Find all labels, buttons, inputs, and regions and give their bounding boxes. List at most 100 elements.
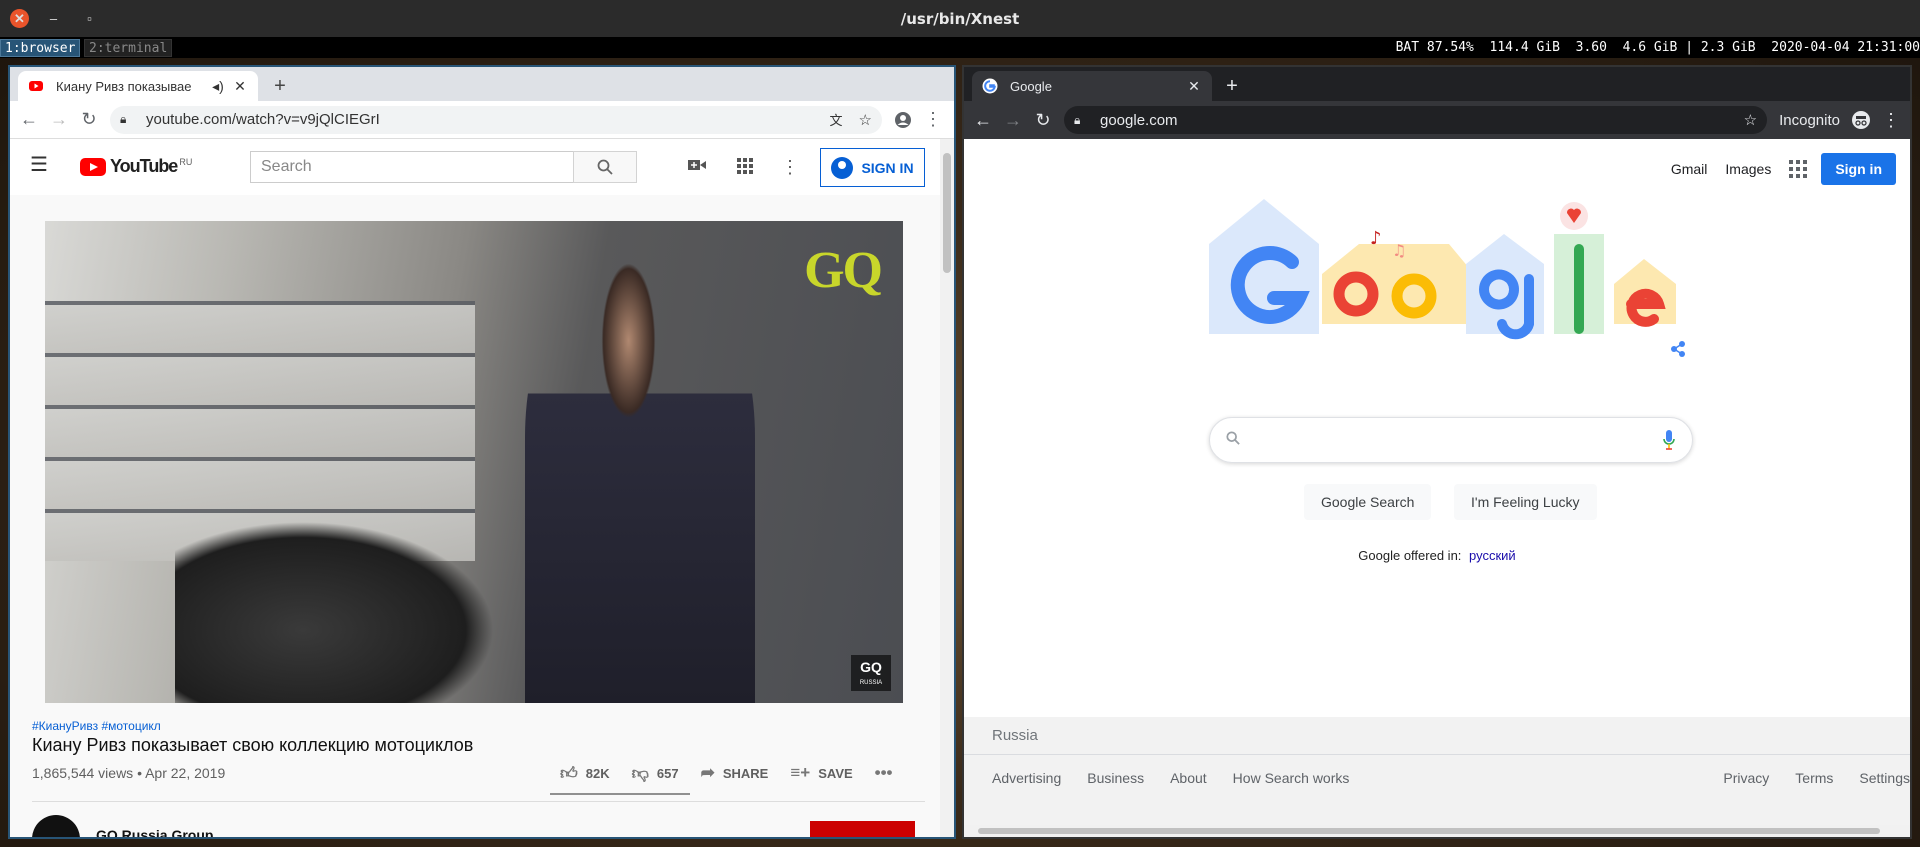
incognito-label[interactable]: Incognito bbox=[1779, 112, 1840, 129]
close-tab-icon[interactable]: ✕ bbox=[1186, 78, 1202, 95]
profile-icon[interactable] bbox=[888, 105, 918, 135]
scrollbar-thumb[interactable] bbox=[943, 153, 951, 273]
browser-toolbar: ← → ↻ 🔒︎ google.com ☆ Incognito ⋮ bbox=[964, 101, 1910, 139]
horizontal-scrollbar[interactable] bbox=[964, 825, 1910, 837]
share-button[interactable]: ➦ SHARE bbox=[701, 763, 769, 783]
workspace-1-button[interactable]: 1:browser bbox=[0, 39, 81, 57]
youtube-page: ☰ YouTube RU Search ⋮ SIGN IN GQ GQ RUSS… bbox=[10, 139, 954, 837]
tab-title: Киану Ривз показывае bbox=[56, 78, 192, 94]
google-search-input[interactable] bbox=[1209, 417, 1693, 463]
forward-button[interactable]: → bbox=[998, 105, 1028, 135]
new-tab-button[interactable]: + bbox=[1220, 75, 1244, 99]
video-hashtags[interactable]: #КиануРивз #мотоцикл bbox=[32, 719, 161, 733]
incognito-icon[interactable] bbox=[1846, 105, 1876, 135]
tab-strip: Google ✕ + bbox=[964, 67, 1910, 101]
translate-icon[interactable]: 文 bbox=[830, 110, 843, 129]
menu-kebab-icon[interactable]: ⋮ bbox=[1876, 105, 1906, 135]
address-bar[interactable]: 🔒︎ youtube.com/watch?v=v9jQlCIEGrI 文 ☆ bbox=[110, 105, 882, 134]
google-page: Gmail Images Sign in ♪ ♫ Google Search I… bbox=[964, 139, 1910, 837]
google-favicon-icon bbox=[982, 78, 998, 94]
channel-name[interactable]: GQ Russia Group bbox=[96, 827, 213, 837]
subscribe-button[interactable] bbox=[810, 821, 915, 837]
share-label: SHARE bbox=[722, 765, 769, 781]
create-video-icon[interactable] bbox=[687, 157, 707, 177]
tab-youtube[interactable]: Киану Ривз показывае ◂) ✕ bbox=[18, 71, 258, 101]
tab-title: Google bbox=[1010, 78, 1052, 94]
language-link[interactable]: русский bbox=[1469, 548, 1516, 563]
gq-watermark[interactable]: GQ RUSSIA bbox=[851, 655, 891, 691]
settings-kebab-icon[interactable]: ⋮ bbox=[780, 157, 800, 177]
youtube-sign-in-button[interactable]: SIGN IN bbox=[820, 148, 925, 187]
footer-link-business[interactable]: Business bbox=[1087, 770, 1144, 786]
browser-toolbar: ← → ↻ 🔒︎ youtube.com/watch?v=v9jQlCIEGrI… bbox=[10, 101, 954, 139]
footer-link-terms[interactable]: Terms bbox=[1795, 770, 1833, 786]
google-top-nav: Gmail Images Sign in bbox=[1671, 153, 1896, 185]
doodle-share-icon[interactable] bbox=[1671, 341, 1685, 357]
status-line: BAT 87.54% 114.4 GiB 3.60 4.6 GiB | 2.3 … bbox=[1395, 40, 1920, 55]
youtube-logo[interactable]: YouTube RU bbox=[80, 156, 192, 177]
youtube-favicon-icon bbox=[29, 81, 43, 91]
footer-links: Advertising Business About How Search wo… bbox=[992, 755, 1910, 801]
youtube-search-button[interactable] bbox=[573, 151, 637, 183]
menu-kebab-icon[interactable]: ⋮ bbox=[918, 105, 948, 135]
address-bar[interactable]: 🔒︎ google.com ☆ bbox=[1064, 106, 1768, 134]
google-apps-icon[interactable] bbox=[1789, 160, 1808, 178]
reload-button[interactable]: ↻ bbox=[1028, 105, 1058, 135]
google-search-button[interactable]: Google Search bbox=[1304, 484, 1432, 520]
new-tab-button[interactable]: + bbox=[268, 75, 292, 99]
lock-icon: 🔒︎ bbox=[1074, 112, 1081, 127]
dislike-button[interactable]: 👎︎ 657 bbox=[632, 763, 679, 784]
footer-link-about[interactable]: About bbox=[1170, 770, 1207, 786]
speaker-icon[interactable]: ◂) bbox=[210, 78, 226, 95]
music-note-icon: ♪ bbox=[1370, 228, 1382, 249]
search-icon bbox=[597, 159, 613, 175]
window-title: /usr/bin/Xnest bbox=[900, 10, 1020, 28]
workspace-2-button[interactable]: 2:terminal bbox=[84, 39, 173, 57]
page-scrollbar[interactable] bbox=[940, 139, 954, 837]
youtube-browser-window: Киану Ривз показывае ◂) ✕ + ← → ↻ 🔒︎ you… bbox=[8, 65, 956, 839]
reload-button[interactable]: ↻ bbox=[74, 105, 104, 135]
back-button[interactable]: ← bbox=[968, 105, 998, 135]
doodle-letter-e bbox=[1626, 288, 1666, 327]
dislike-count: 657 bbox=[656, 765, 679, 781]
thumbs-down-icon: 👎︎ bbox=[631, 763, 649, 783]
search-icon bbox=[1226, 431, 1240, 449]
url-text: youtube.com/watch?v=v9jQlCIEGrI bbox=[146, 111, 380, 128]
youtube-search-input[interactable]: Search bbox=[250, 151, 574, 183]
footer-link-how-search-works[interactable]: How Search works bbox=[1233, 770, 1350, 786]
gq-watermark-sub: RUSSIA bbox=[859, 680, 883, 686]
close-tab-icon[interactable]: ✕ bbox=[232, 78, 248, 95]
apps-grid-icon[interactable] bbox=[735, 157, 755, 177]
video-frame-person bbox=[525, 261, 755, 703]
footer-country: Russia bbox=[964, 717, 1910, 755]
i3-status-bar: 1:browser 2:terminal BAT 87.54% 114.4 Gi… bbox=[0, 37, 1920, 58]
playlist-add-icon: ≡+ bbox=[790, 763, 811, 782]
google-browser-window: Google ✕ + ← → ↻ 🔒︎ google.com ☆ Incogni… bbox=[962, 65, 1912, 839]
tab-google[interactable]: Google ✕ bbox=[972, 71, 1212, 101]
gq-watermark-text: GQ bbox=[860, 659, 882, 675]
save-button[interactable]: ≡+ SAVE bbox=[790, 763, 852, 783]
video-player[interactable]: GQ GQ RUSSIA bbox=[45, 221, 903, 703]
hamburger-menu-icon[interactable]: ☰ bbox=[30, 155, 50, 175]
gmail-link[interactable]: Gmail bbox=[1671, 161, 1708, 177]
more-actions-icon[interactable]: ••• bbox=[875, 763, 901, 783]
footer-link-privacy[interactable]: Privacy bbox=[1723, 770, 1769, 786]
language-offer: Google offered in: русский bbox=[964, 548, 1910, 563]
feeling-lucky-button[interactable]: I'm Feeling Lucky bbox=[1454, 484, 1597, 520]
user-icon bbox=[831, 156, 854, 179]
google-sign-in-button[interactable]: Sign in bbox=[1821, 153, 1896, 185]
microphone-icon[interactable] bbox=[1662, 429, 1676, 451]
images-link[interactable]: Images bbox=[1725, 161, 1771, 177]
channel-avatar[interactable] bbox=[32, 815, 80, 837]
video-title: Киану Ривз показывает свою коллекцию мот… bbox=[32, 735, 474, 755]
forward-button[interactable]: → bbox=[44, 105, 74, 135]
footer-link-advertising[interactable]: Advertising bbox=[992, 770, 1061, 786]
like-button[interactable]: 👍︎ 82K bbox=[560, 763, 610, 784]
google-doodle[interactable]: ♪ ♫ bbox=[1204, 194, 1694, 374]
youtube-header: ☰ YouTube RU Search ⋮ SIGN IN bbox=[10, 139, 954, 195]
star-icon[interactable]: ☆ bbox=[1744, 111, 1757, 129]
back-button[interactable]: ← bbox=[14, 105, 44, 135]
scrollbar-thumb[interactable] bbox=[978, 828, 1880, 834]
star-icon[interactable]: ☆ bbox=[859, 111, 872, 129]
footer-link-settings[interactable]: Settings bbox=[1859, 770, 1910, 786]
